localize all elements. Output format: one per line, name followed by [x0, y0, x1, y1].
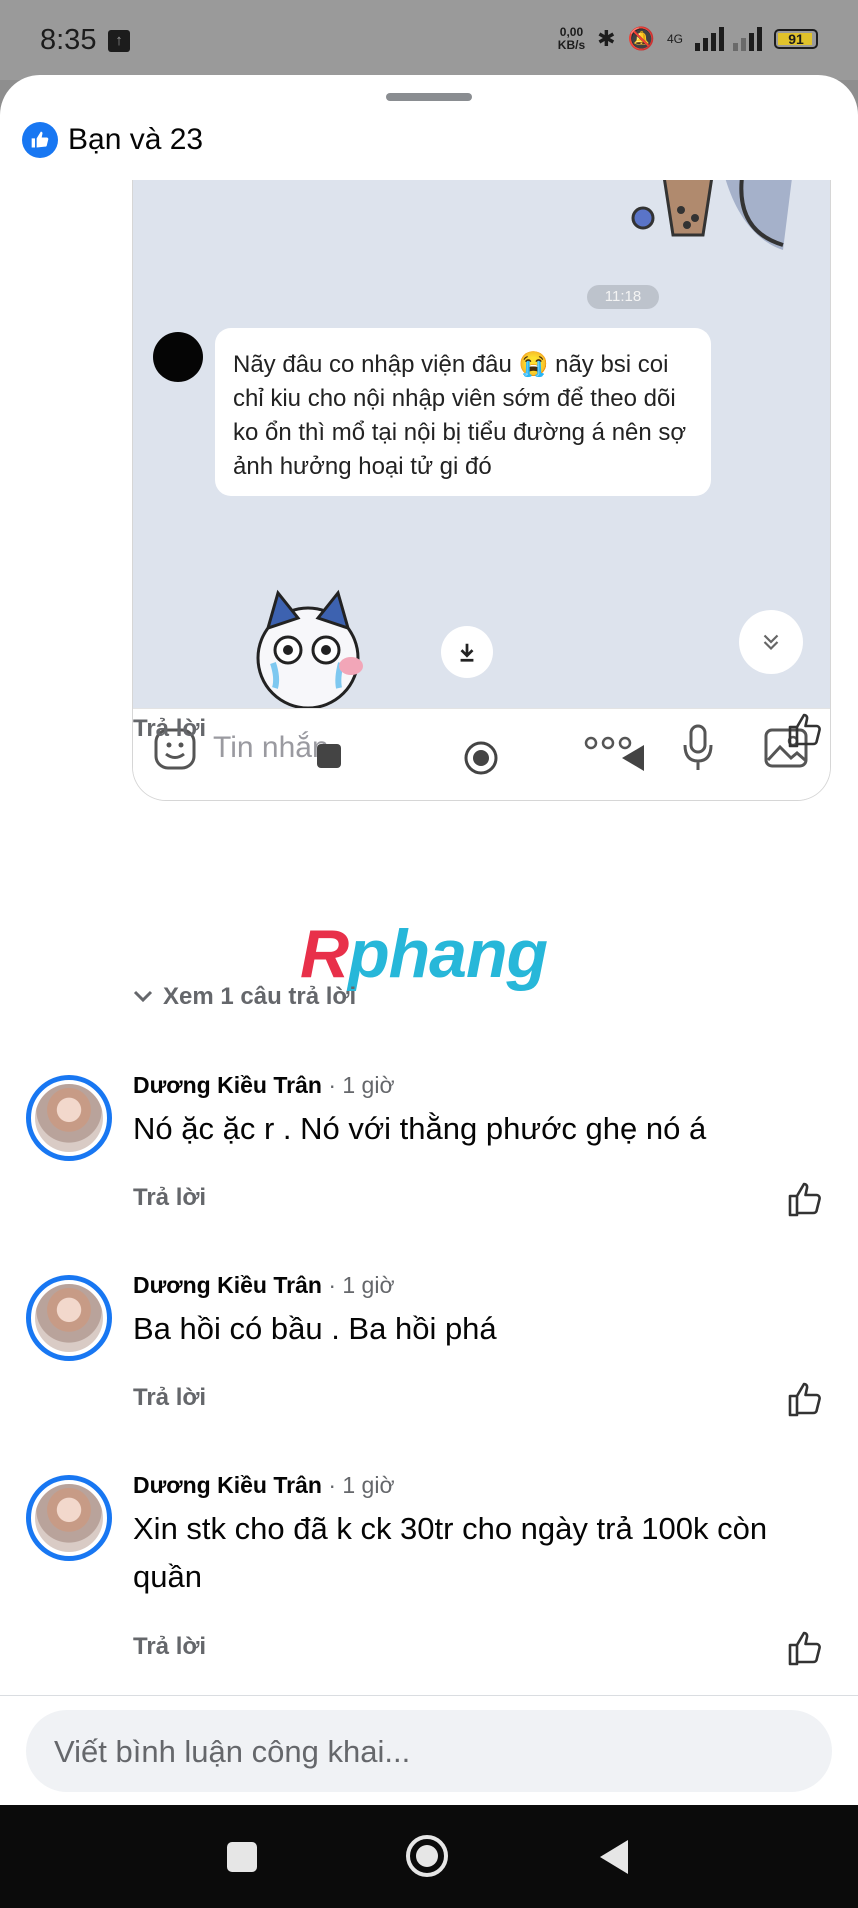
comment-text: Nó ặc ặc r . Nó với thằng phước ghẹ nó á — [133, 1111, 707, 1146]
chat-screenshot-navbar — [133, 180, 830, 800]
bluetooth-icon: ✱ — [597, 26, 616, 51]
commenter-avatar[interactable] — [26, 1475, 112, 1561]
sheet-drag-handle[interactable] — [386, 93, 472, 101]
comment-author[interactable]: Dương Kiều Trân · 1 giờ — [133, 1272, 395, 1299]
status-time: 8:35 — [40, 24, 97, 56]
reactions-label: Bạn và 23 — [68, 123, 204, 156]
comment-author[interactable]: Dương Kiều Trân · 1 giờ — [133, 1472, 395, 1499]
status-bar: 8:35 ↑ 0,00 KB/s ✱ 🔕 4G 91 — [0, 0, 858, 80]
comment-text: Xin stk cho đã k ck 30tr cho ngày trả 10… — [133, 1511, 768, 1594]
watermark-logo: Rphang — [300, 916, 548, 992]
comment-time: · 1 giờ — [328, 1272, 395, 1298]
reply-button[interactable]: Trả lời — [133, 715, 206, 743]
view-replies-button[interactable]: Xem 1 câu trả lời — [133, 983, 356, 1011]
like-thumb-icon[interactable] — [786, 1179, 826, 1219]
comments-sheet: Bạn và 23 11:18 Nãy đâu co nhập viện đâu… — [0, 75, 858, 1805]
system-nav-bar — [0, 1805, 858, 1908]
back-triangle-icon — [622, 745, 644, 771]
comment-author[interactable]: Dương Kiều Trân · 1 giờ — [133, 1072, 395, 1099]
back-button[interactable] — [598, 1838, 630, 1876]
recents-square-icon — [317, 744, 341, 768]
reply-button[interactable]: Trả lời — [133, 1384, 206, 1412]
like-thumb-icon[interactable] — [786, 1628, 826, 1668]
commenter-avatar[interactable] — [26, 1275, 112, 1361]
reactions-summary[interactable]: Bạn và 23 — [22, 122, 203, 158]
battery-icon: 91 — [774, 29, 818, 49]
comment-time: · 1 giờ — [328, 1072, 395, 1098]
comment-time: · 1 giờ — [328, 1472, 395, 1498]
network-type: 4G — [666, 32, 683, 46]
comment-composer[interactable]: Viết bình luận công khai... — [26, 1710, 832, 1792]
status-indicators: 0,00 KB/s ✱ 🔕 4G 91 — [558, 26, 818, 52]
bell-muted-icon: 🔕 — [627, 26, 655, 51]
like-thumb-icon[interactable] — [786, 1379, 826, 1419]
comment-attached-image[interactable]: 11:18 Nãy đâu co nhập viện đâu 😭 nãy bsi… — [132, 180, 831, 801]
home-button[interactable] — [404, 1833, 450, 1879]
upload-notification-icon: ↑ — [108, 30, 130, 52]
network-speed: 0,00 KB/s — [557, 25, 586, 52]
view-replies-label: Xem 1 câu trả lời — [163, 983, 357, 1010]
composer-divider — [0, 1695, 858, 1696]
commenter-avatar[interactable] — [26, 1075, 112, 1161]
signal-icon — [695, 27, 762, 51]
comment-text: Ba hồi có bầu . Ba hồi phá — [133, 1311, 497, 1346]
comment-input-placeholder: Viết bình luận công khai... — [54, 1734, 411, 1769]
reply-button[interactable]: Trả lời — [133, 1633, 206, 1661]
reply-button[interactable]: Trả lời — [133, 1184, 206, 1212]
chevron-down-icon — [133, 990, 153, 1003]
like-reaction-icon — [22, 122, 58, 158]
like-thumb-icon[interactable] — [786, 710, 826, 750]
recents-button[interactable] — [226, 1841, 258, 1873]
home-circle-icon — [464, 741, 498, 775]
